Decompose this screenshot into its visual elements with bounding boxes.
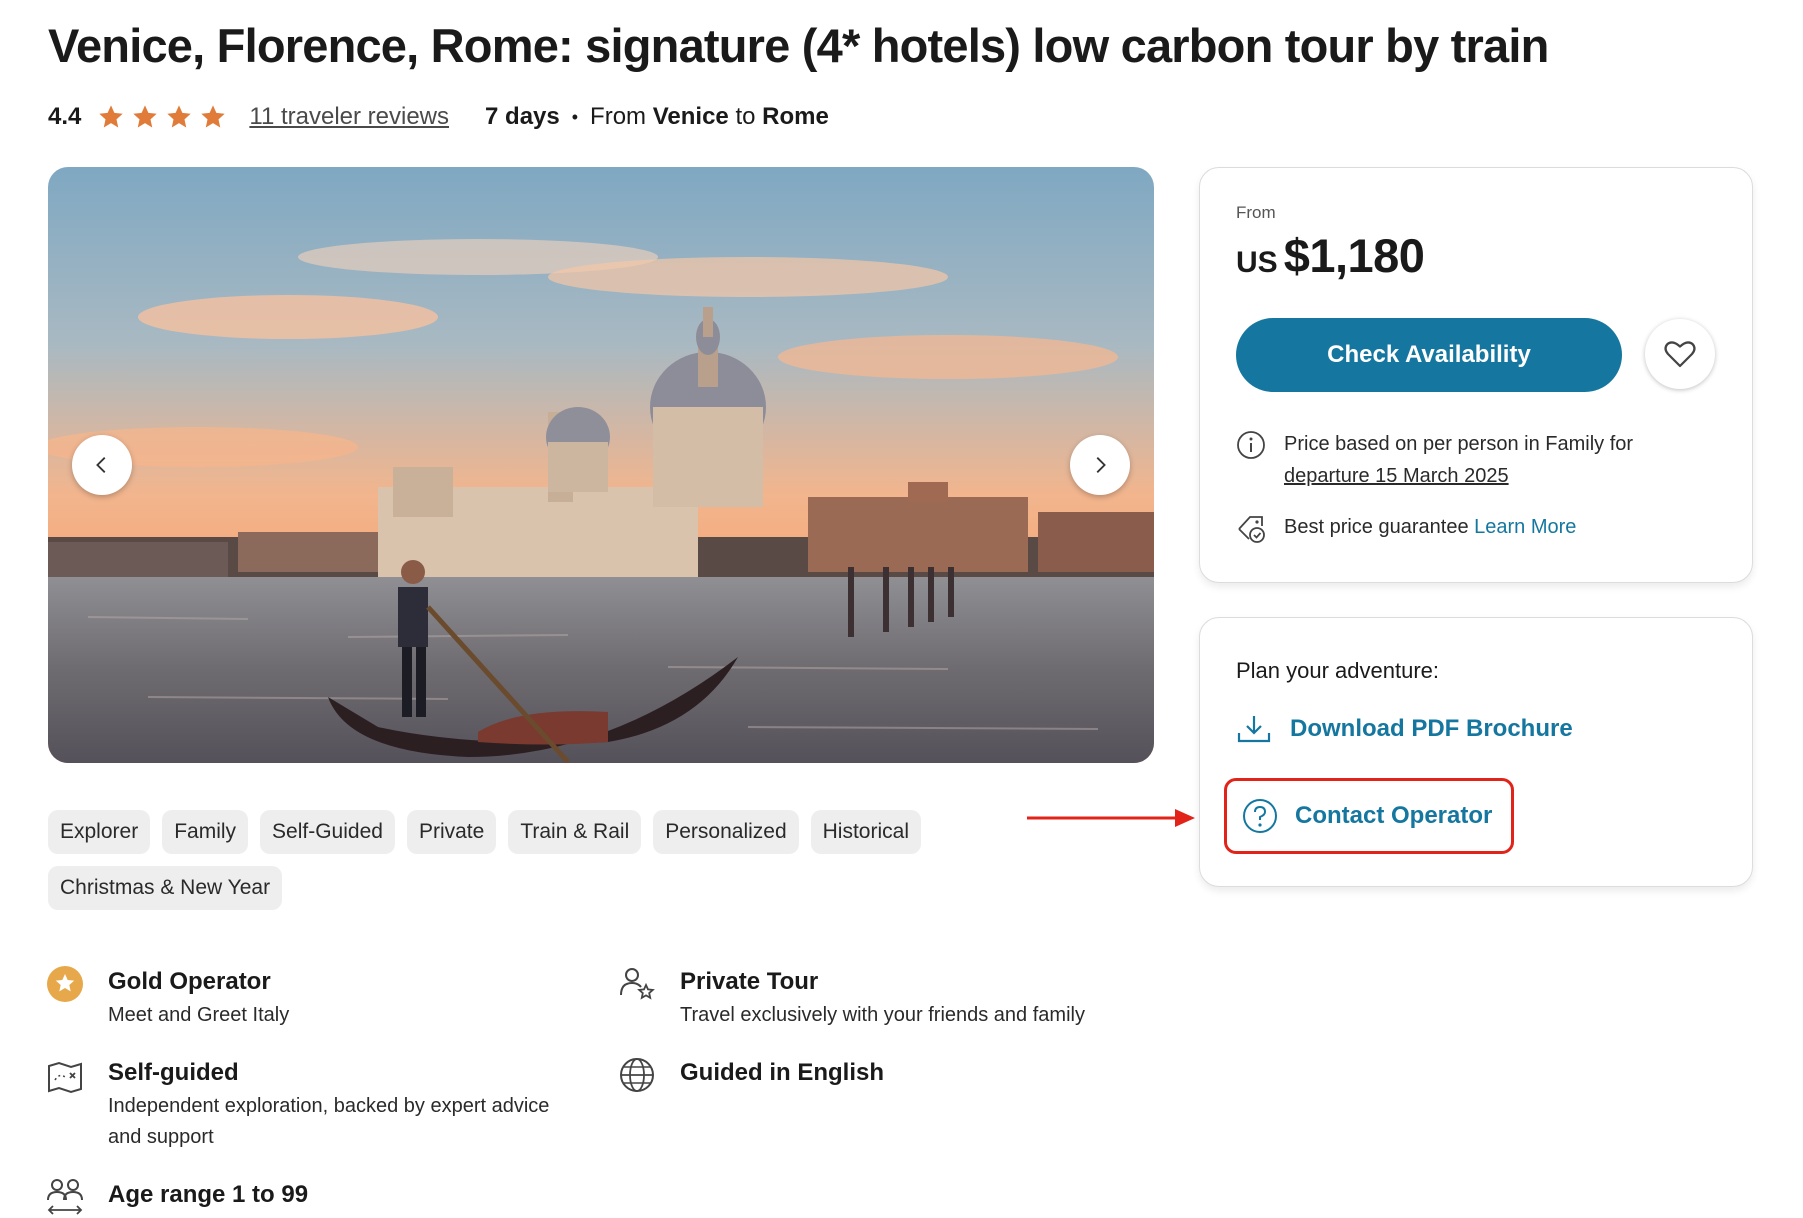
price-card: From US $1,180 Check Availability Price b… bbox=[1199, 167, 1753, 583]
tag-chip[interactable]: Personalized bbox=[653, 810, 799, 854]
tag-chip[interactable]: Train & Rail bbox=[508, 810, 642, 854]
star-icon bbox=[167, 105, 192, 128]
gallery-prev-button[interactable] bbox=[72, 435, 132, 495]
heart-icon bbox=[1664, 341, 1696, 368]
star-icon bbox=[133, 105, 158, 128]
annotation-arrow bbox=[1027, 809, 1195, 827]
separator-dot: • bbox=[571, 106, 579, 127]
star-icon bbox=[201, 105, 226, 128]
rating-stars bbox=[97, 103, 227, 131]
tag-chip[interactable]: Explorer bbox=[48, 810, 151, 854]
feature-title: Self-guided bbox=[108, 1059, 239, 1086]
route-end: Rome bbox=[762, 103, 829, 130]
wishlist-button[interactable] bbox=[1645, 319, 1715, 389]
plan-adventure-card: Plan your adventure: Download PDF Brochu… bbox=[1199, 617, 1753, 887]
map-icon bbox=[48, 1061, 82, 1094]
venice-gondola-photo bbox=[48, 167, 1154, 763]
tag-chip[interactable]: Family bbox=[162, 810, 249, 854]
feature-description: Travel exclusively with your friends and… bbox=[680, 1004, 1085, 1026]
route-start: Venice bbox=[652, 103, 729, 130]
plan-card-title: Plan your adventure: bbox=[1236, 658, 1440, 683]
tour-duration: 7 days bbox=[485, 103, 560, 130]
price-amount: $1,180 bbox=[1283, 229, 1425, 282]
price-value: US $1,180 bbox=[1236, 228, 1425, 283]
gallery-next-button[interactable] bbox=[1070, 435, 1130, 495]
tag-chip[interactable]: Historical bbox=[810, 810, 921, 854]
learn-more-link[interactable]: Learn More bbox=[1474, 516, 1576, 538]
price-from-label: From bbox=[1236, 203, 1276, 222]
feature-title: Guided in English bbox=[680, 1059, 884, 1086]
download-brochure-label: Download PDF Brochure bbox=[1290, 715, 1573, 742]
tag-chip[interactable]: Self-Guided bbox=[260, 810, 395, 854]
departure-date-link[interactable]: departure 15 March 2025 bbox=[1284, 465, 1509, 487]
chevron-left-icon bbox=[96, 457, 106, 473]
feature-self-guided: Self-guided Independent exploration, bac… bbox=[108, 1059, 588, 1153]
globe-icon bbox=[620, 1058, 654, 1092]
feature-gold-operator: Gold Operator Meet and Greet Italy bbox=[108, 968, 289, 1031]
reviews-link[interactable]: 11 traveler reviews bbox=[249, 103, 449, 131]
age-group-icon bbox=[47, 1179, 83, 1215]
feature-age-range: Age range 1 to 99 bbox=[108, 1181, 308, 1209]
contact-operator-link[interactable]: Contact Operator bbox=[1224, 778, 1514, 854]
price-basis-text: Price based on per person in Family for bbox=[1284, 433, 1634, 455]
feature-private-tour: Private Tour Travel exclusively with you… bbox=[680, 968, 1085, 1031]
tag-chip[interactable]: Private bbox=[406, 810, 497, 854]
download-brochure-link[interactable]: Download PDF Brochure bbox=[1236, 713, 1573, 745]
price-info-text: Price based on per person in Family for … bbox=[1284, 428, 1714, 492]
feature-title: Age range 1 to 99 bbox=[108, 1181, 309, 1208]
feature-description: Meet and Greet Italy bbox=[108, 1004, 290, 1026]
tag-list-continued: Christmas & New Year bbox=[48, 866, 283, 910]
info-icon bbox=[1237, 431, 1265, 459]
contact-operator-label: Contact Operator bbox=[1295, 802, 1493, 829]
feature-language: Guided in English bbox=[680, 1059, 884, 1087]
route-to-label: to bbox=[735, 103, 756, 130]
check-availability-button[interactable]: Check Availability bbox=[1236, 318, 1622, 392]
price-tag-check-icon bbox=[1238, 516, 1265, 543]
tour-meta-row: 4.4 11 traveler reviews 7 days • From Ve… bbox=[48, 100, 829, 134]
guarantee-text: Best price guarantee bbox=[1284, 516, 1469, 538]
people-star-icon bbox=[620, 968, 655, 1000]
feature-title: Private Tour bbox=[680, 968, 819, 995]
download-icon bbox=[1237, 716, 1271, 743]
photo-gallery[interactable] bbox=[48, 167, 1154, 763]
best-price-guarantee: Best price guarantee Learn More bbox=[1284, 516, 1576, 539]
gold-star-badge-icon bbox=[47, 966, 83, 1002]
route-from-label: From bbox=[590, 103, 647, 130]
feature-title: Gold Operator bbox=[108, 968, 271, 995]
question-circle-icon bbox=[1243, 799, 1277, 833]
price-currency: US bbox=[1236, 246, 1278, 279]
chevron-right-icon bbox=[1096, 457, 1106, 473]
tag-list: Explorer Family Self-Guided Private Trai… bbox=[48, 810, 921, 854]
feature-description: Independent exploration, backed by exper… bbox=[108, 1095, 550, 1148]
star-icon bbox=[99, 105, 124, 128]
page-title: Venice, Florence, Rome: signature (4* ho… bbox=[48, 19, 1549, 72]
rating-value: 4.4 bbox=[48, 103, 82, 130]
tag-chip[interactable]: Christmas & New Year bbox=[48, 866, 283, 910]
